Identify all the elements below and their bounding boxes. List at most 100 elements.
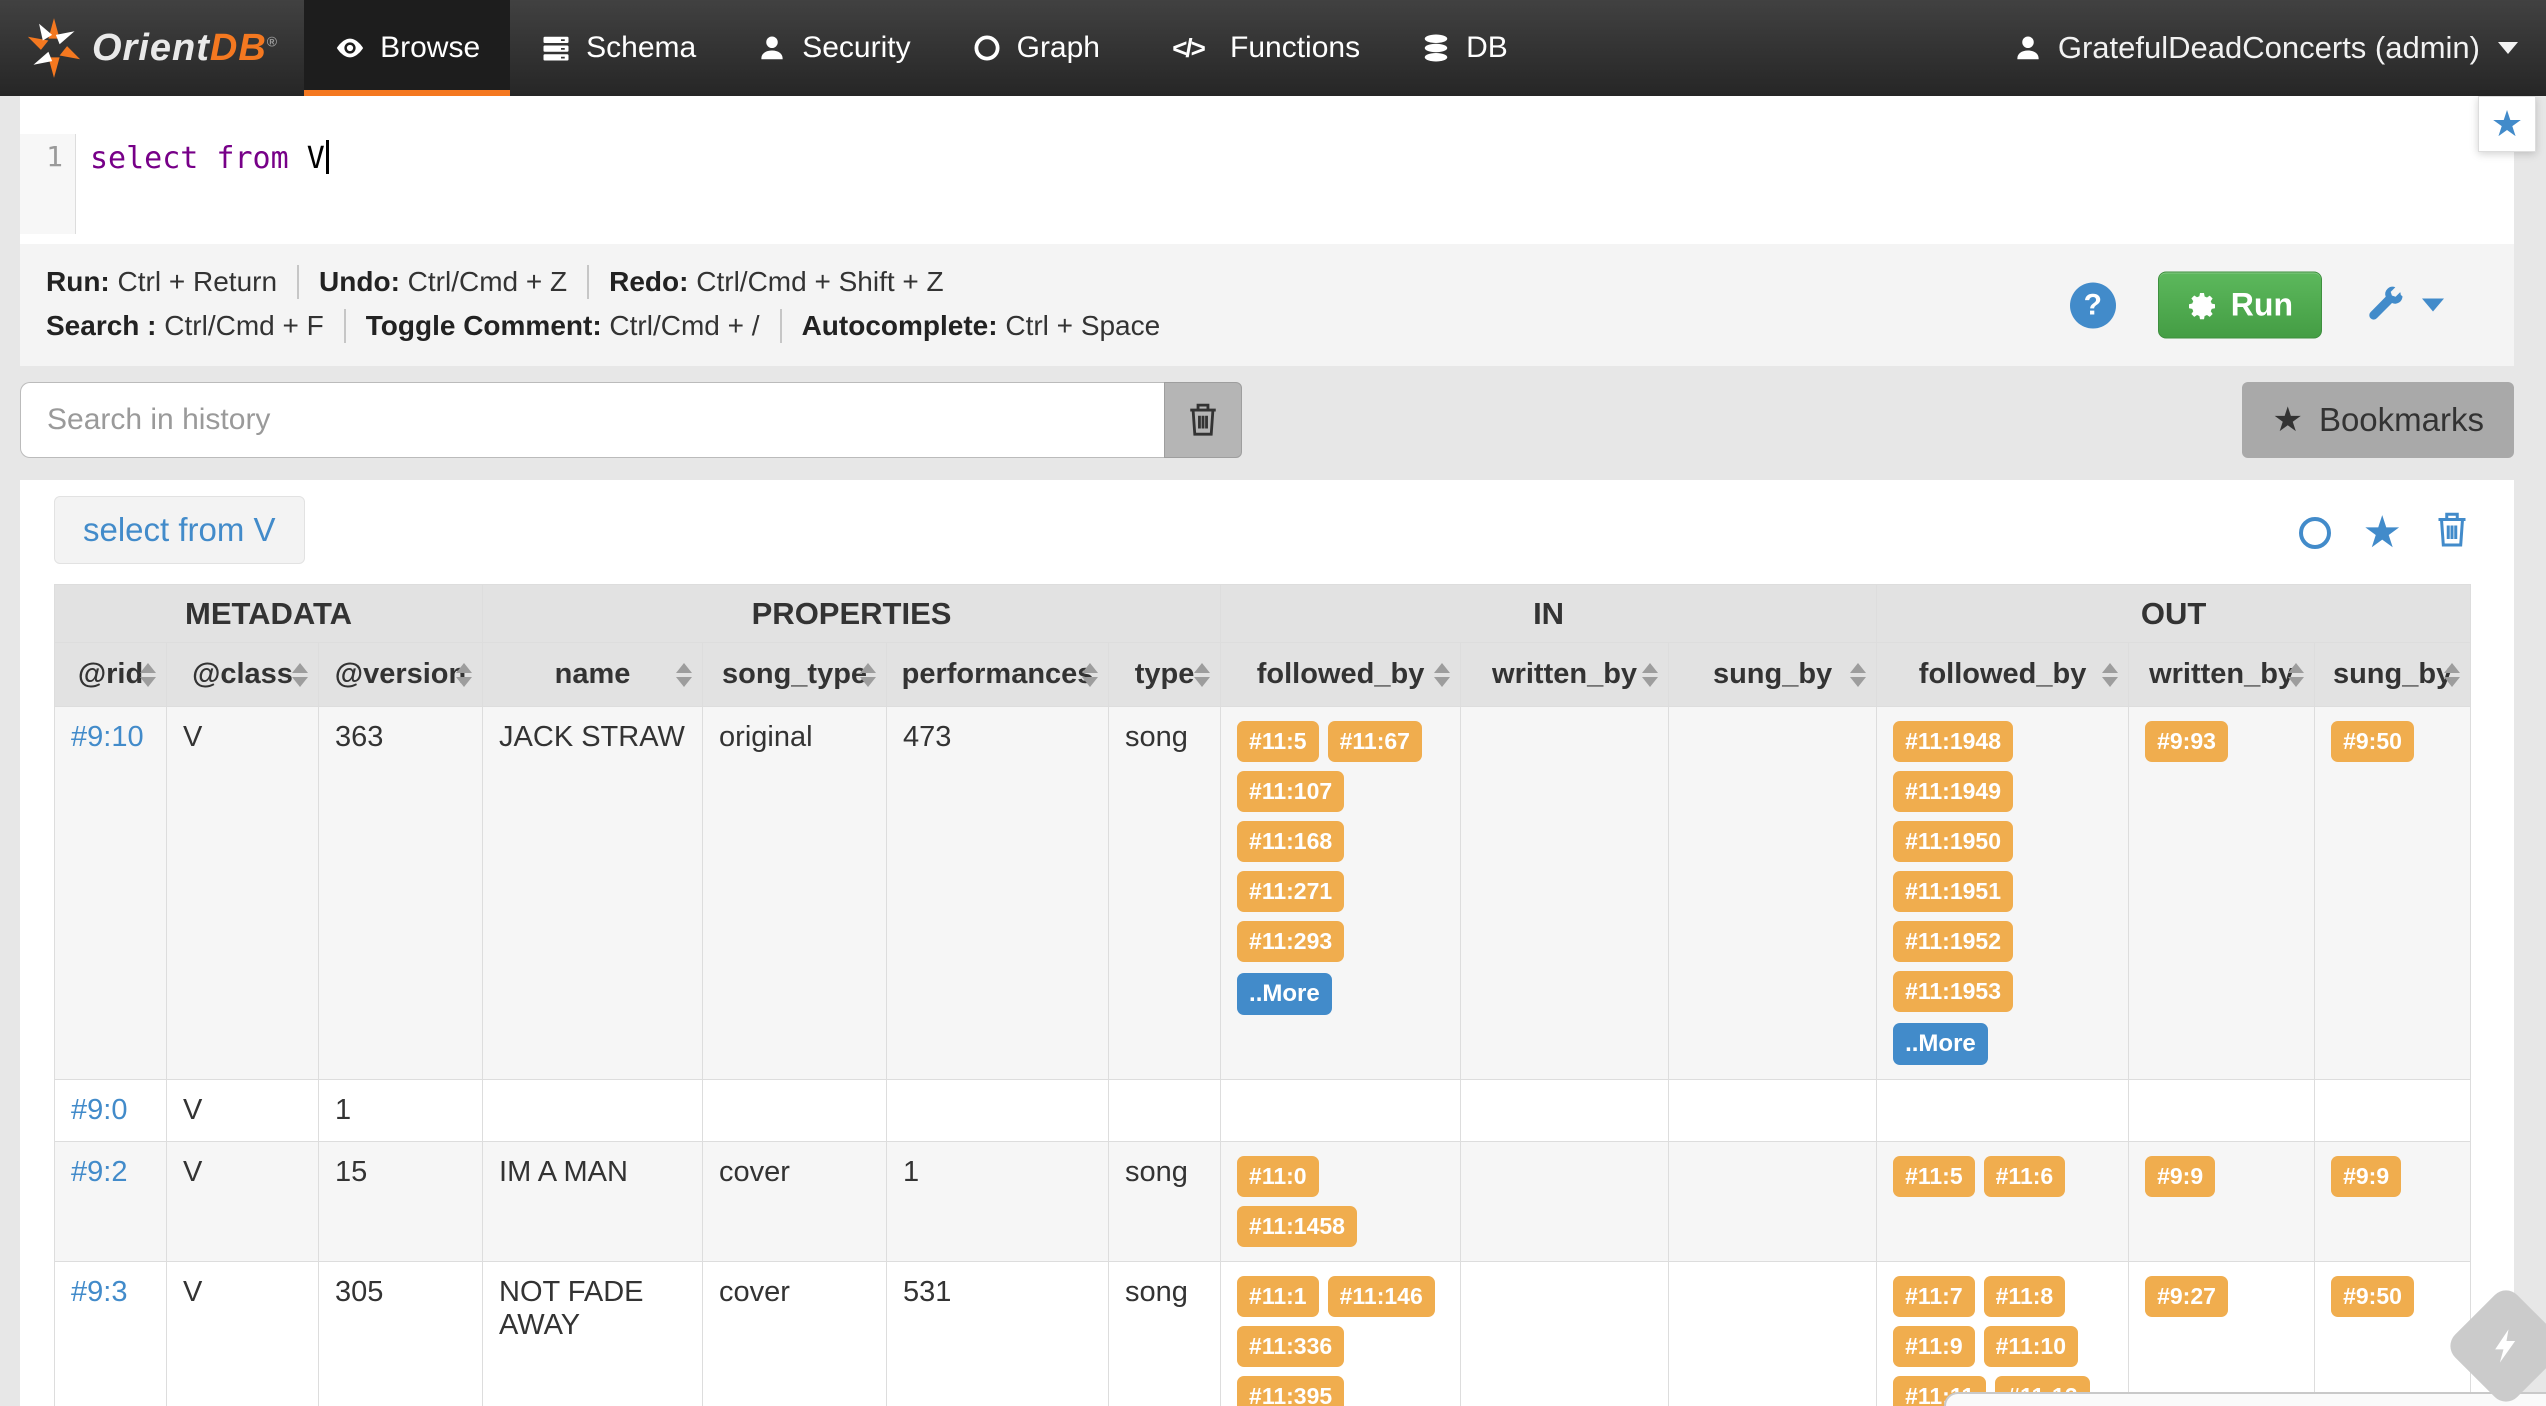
editor-line-number: 1 — [20, 134, 76, 234]
graph-view-button[interactable] — [2299, 517, 2331, 549]
settings-dropdown[interactable] — [2364, 284, 2444, 326]
nav-item-db[interactable]: DB — [1390, 0, 1538, 96]
rid-badge[interactable]: #11:5 — [1237, 721, 1319, 762]
query-result-tab[interactable]: select from V — [54, 496, 305, 564]
bookmark-query-button[interactable]: ★ — [2478, 96, 2536, 152]
column-header-out-sung-by[interactable]: sung_by — [2315, 643, 2471, 707]
cell-in_sung_by — [1669, 1262, 1877, 1406]
record-link[interactable]: #9:3 — [71, 1276, 127, 1308]
history-row: ★ Bookmarks — [20, 382, 2514, 458]
column-header-in-written-by[interactable]: written_by — [1461, 643, 1669, 707]
sort-icon — [1434, 663, 1450, 687]
rid-badge[interactable]: #9:9 — [2331, 1156, 2401, 1197]
group-in: IN — [1221, 585, 1877, 643]
rid-badge[interactable]: #11:5 — [1893, 1156, 1975, 1197]
shortcut-keys: Ctrl/Cmd + Z — [400, 266, 567, 297]
rid-badge[interactable]: #11:271 — [1237, 871, 1344, 912]
orientdb-logo[interactable]: OrientDB® — [0, 0, 304, 96]
divider — [344, 309, 346, 343]
cell-in_sung_by — [1669, 1142, 1877, 1262]
nav-item-schema[interactable]: Schema — [510, 0, 726, 96]
nav-item-functions[interactable]: </> Functions — [1130, 0, 1390, 96]
table-row: #9:2V15IM A MANcover1song#11:0#11:1458#1… — [55, 1142, 2471, 1262]
rid-badge[interactable]: #11:1952 — [1893, 921, 2013, 962]
cell-song_type: original — [703, 707, 887, 1080]
rid-badge[interactable]: #11:146 — [1328, 1276, 1435, 1317]
rid-badge[interactable]: #11:395 — [1237, 1376, 1344, 1406]
column-header-in-followed-by[interactable]: followed_by — [1221, 643, 1461, 707]
rid-badge[interactable]: #11:293 — [1237, 921, 1344, 962]
cell-in_followed_by — [1221, 1080, 1461, 1142]
cell-out_written_by: #9:9 — [2129, 1142, 2315, 1262]
more-button[interactable]: ..More — [1237, 973, 1332, 1015]
rid-badge[interactable]: #11:168 — [1237, 821, 1344, 862]
bookmark-result-button[interactable]: ★ — [2363, 511, 2402, 555]
rid-badge[interactable]: #11:6 — [1984, 1156, 2066, 1197]
rid-badge[interactable]: #11:1951 — [1893, 871, 2013, 912]
sort-icon — [1194, 663, 1210, 687]
more-button[interactable]: ..More — [1893, 1023, 1988, 1065]
bookmarks-button[interactable]: ★ Bookmarks — [2242, 382, 2514, 458]
nav-item-label: Security — [802, 31, 910, 65]
rid-badge[interactable]: #11:107 — [1237, 771, 1344, 812]
code-icon: </> — [1160, 32, 1216, 64]
eye-icon — [334, 32, 366, 64]
rid-badge[interactable]: #11:1 — [1237, 1276, 1319, 1317]
record-link[interactable]: #9:0 — [71, 1094, 127, 1126]
star-icon: ★ — [2272, 400, 2302, 440]
column-header-type[interactable]: type — [1109, 643, 1221, 707]
cell-performances: 1 — [887, 1142, 1109, 1262]
cell-version: 305 — [319, 1262, 483, 1406]
search-history-input[interactable] — [20, 382, 1164, 458]
column-header-rid[interactable]: @rid — [55, 643, 167, 707]
column-header-class[interactable]: @class — [167, 643, 319, 707]
rid-badge[interactable]: #9:50 — [2331, 1276, 2414, 1317]
rid-badge[interactable]: #11:1458 — [1237, 1206, 1357, 1247]
delete-result-button[interactable] — [2434, 510, 2470, 555]
rid-badge[interactable]: #11:0 — [1237, 1156, 1319, 1197]
column-header-out-written-by[interactable]: written_by — [2129, 643, 2315, 707]
record-link[interactable]: #9:2 — [71, 1156, 127, 1188]
rid-badge[interactable]: #11:8 — [1984, 1276, 2066, 1317]
rid-badge[interactable]: #11:1949 — [1893, 771, 2013, 812]
shortcut-label: Undo: — [319, 266, 400, 297]
record-link[interactable]: #9:10 — [71, 721, 144, 753]
rid-badge[interactable]: #11:10 — [1984, 1326, 2078, 1367]
sort-icon — [2288, 663, 2304, 687]
rid-badge[interactable]: #9:93 — [2145, 721, 2228, 762]
column-header-performances[interactable]: performances — [887, 643, 1109, 707]
rid-badge[interactable]: #11:1953 — [1893, 971, 2013, 1012]
rid-badge[interactable]: #11:1950 — [1893, 821, 2013, 862]
rid-badge[interactable]: #11:9 — [1893, 1326, 1975, 1367]
shortcut-keys: Ctrl + Space — [998, 310, 1161, 341]
circle-icon — [971, 32, 1003, 64]
column-header-in-sung-by[interactable]: sung_by — [1669, 643, 1877, 707]
rid-badge[interactable]: #9:50 — [2331, 721, 2414, 762]
nav-item-graph[interactable]: Graph — [941, 0, 1130, 96]
query-editor[interactable]: 1 select from V — [20, 96, 2514, 244]
run-button[interactable]: Run — [2158, 272, 2322, 339]
column-header-name[interactable]: name — [483, 643, 703, 707]
rid-badge[interactable]: #11:336 — [1237, 1326, 1344, 1367]
nav-item-security[interactable]: Security — [726, 0, 940, 96]
star-icon: ★ — [2363, 508, 2402, 557]
editor-code[interactable]: select from V — [76, 134, 2514, 234]
user-icon — [756, 32, 788, 64]
user-menu[interactable]: GratefulDeadConcerts (admin) — [1984, 0, 2546, 96]
rid-badge[interactable]: #11:67 — [1328, 721, 1422, 762]
nav-item-browse[interactable]: Browse — [304, 0, 510, 96]
help-button[interactable]: ? — [2070, 282, 2116, 328]
rid-badge[interactable]: #9:9 — [2145, 1156, 2215, 1197]
rid-badge[interactable]: #11:7 — [1893, 1276, 1975, 1317]
sort-icon — [1082, 663, 1098, 687]
brand-text: OrientDB® — [92, 27, 278, 70]
clear-history-button[interactable] — [1164, 382, 1242, 458]
column-header-version[interactable]: @version — [319, 643, 483, 707]
rid-badge[interactable]: #9:27 — [2145, 1276, 2228, 1317]
cell-rid: #9:2 — [55, 1142, 167, 1262]
star-icon: ★ — [2491, 103, 2523, 145]
rid-badge[interactable]: #11:1948 — [1893, 721, 2013, 762]
cell-performances — [887, 1080, 1109, 1142]
column-header-song-type[interactable]: song_type — [703, 643, 887, 707]
column-header-out-followed-by[interactable]: followed_by — [1877, 643, 2129, 707]
